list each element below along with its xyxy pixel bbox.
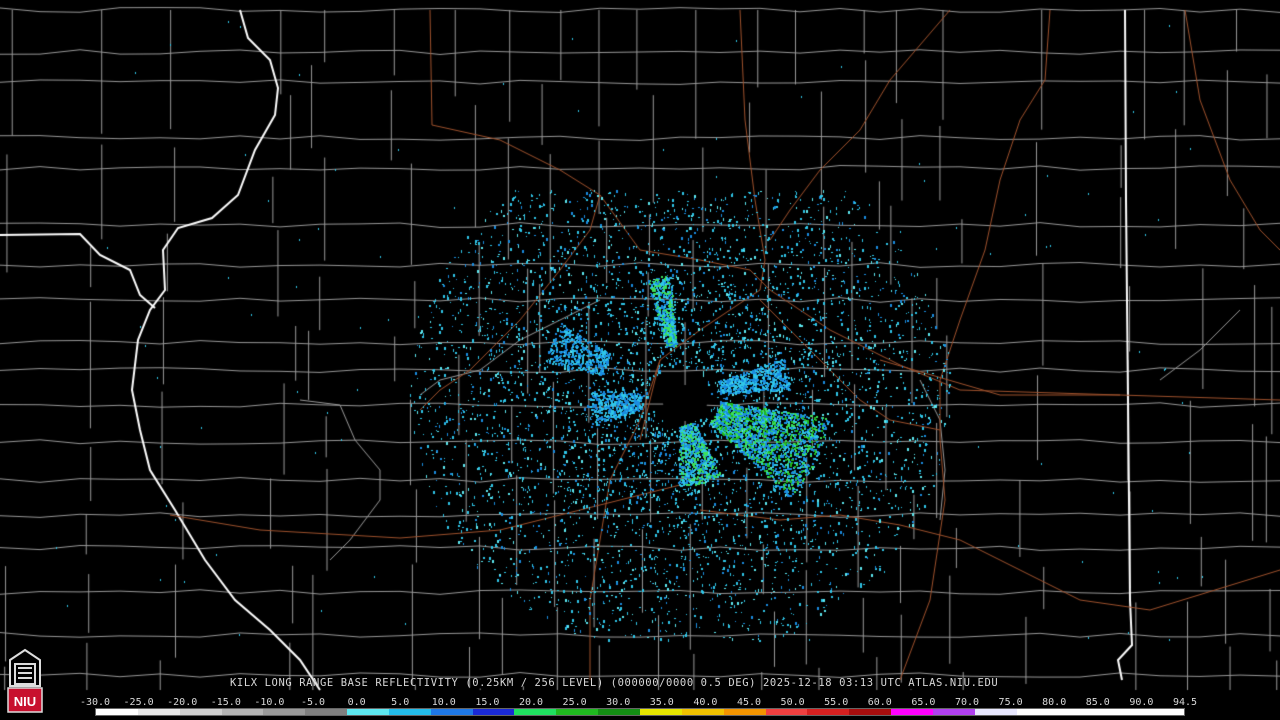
colorbar-swatch bbox=[891, 709, 933, 715]
colorbar-swatch bbox=[723, 709, 766, 715]
colorbar-swatch bbox=[639, 709, 682, 715]
colorbar-swatch bbox=[932, 709, 975, 715]
logo-text: NIU bbox=[14, 694, 36, 709]
colorbar-label: -15.0 bbox=[210, 697, 241, 708]
colorbar-swatch bbox=[472, 709, 515, 715]
colorbar-swatch bbox=[598, 709, 640, 715]
colorbar-swatch bbox=[137, 709, 180, 715]
colorbar-swatch bbox=[1016, 709, 1059, 715]
colorbar-swatch bbox=[556, 709, 599, 715]
colorbar-label: 80.0 bbox=[1042, 697, 1067, 708]
colorbar-label: 85.0 bbox=[1085, 697, 1110, 708]
colorbar-swatch bbox=[430, 709, 473, 715]
colorbar-label: 60.0 bbox=[867, 697, 892, 708]
colorbar-label: 70.0 bbox=[954, 697, 980, 708]
colorbar-label: -5.0 bbox=[300, 697, 326, 708]
colorbar-label: 20.0 bbox=[518, 697, 544, 708]
colorbar-label: 40.0 bbox=[693, 697, 718, 708]
colorbar-label: 50.0 bbox=[780, 697, 805, 708]
colorbar-label: 0.0 bbox=[347, 697, 366, 708]
colorbar-swatch bbox=[179, 709, 222, 715]
colorbar-swatch bbox=[347, 709, 389, 715]
colorbar-label: 25.0 bbox=[562, 697, 587, 708]
colorbar-label: 45.0 bbox=[736, 697, 762, 708]
niu-logo: NIU bbox=[7, 648, 43, 713]
colorbar-swatch bbox=[974, 709, 1017, 715]
colorbar-swatch bbox=[1058, 709, 1101, 715]
colorbar-swatch bbox=[388, 709, 431, 715]
colorbar-swatch bbox=[849, 709, 892, 715]
colorbar-label: 35.0 bbox=[649, 697, 674, 708]
colorbar-label: 65.0 bbox=[911, 697, 936, 708]
colorbar-swatch bbox=[765, 709, 808, 715]
colorbar-swatch bbox=[1142, 709, 1184, 715]
colorbar-label: 30.0 bbox=[606, 697, 631, 708]
colorbar-swatch bbox=[514, 709, 557, 715]
colorbar-label: 55.0 bbox=[824, 697, 849, 708]
product-title: KILX LONG RANGE BASE REFLECTIVITY (0.25K… bbox=[230, 677, 999, 689]
colorbar-swatch bbox=[681, 709, 724, 715]
colorbar-label: -25.0 bbox=[123, 697, 154, 708]
colorbar-label: 15.0 bbox=[475, 697, 500, 708]
colorbar-label: -30.0 bbox=[79, 697, 111, 708]
reflectivity-colorbar bbox=[95, 708, 1185, 716]
colorbar-swatch bbox=[263, 709, 306, 715]
colorbar-label: -20.0 bbox=[167, 697, 198, 708]
colorbar-swatch bbox=[221, 709, 264, 715]
colorbar-swatch bbox=[807, 709, 850, 715]
colorbar-label: 75.0 bbox=[998, 697, 1023, 708]
colorbar-label: 10.0 bbox=[431, 697, 456, 708]
colorbar-swatch bbox=[305, 709, 348, 715]
colorbar-label: 90.0 bbox=[1129, 697, 1154, 708]
colorbar-swatch bbox=[1100, 709, 1143, 715]
colorbar-label: 94.5 bbox=[1172, 697, 1198, 708]
radar-map bbox=[0, 0, 1280, 720]
colorbar-swatch bbox=[96, 709, 138, 715]
colorbar-label: 5.0 bbox=[391, 697, 410, 708]
colorbar-label: -10.0 bbox=[254, 697, 285, 708]
